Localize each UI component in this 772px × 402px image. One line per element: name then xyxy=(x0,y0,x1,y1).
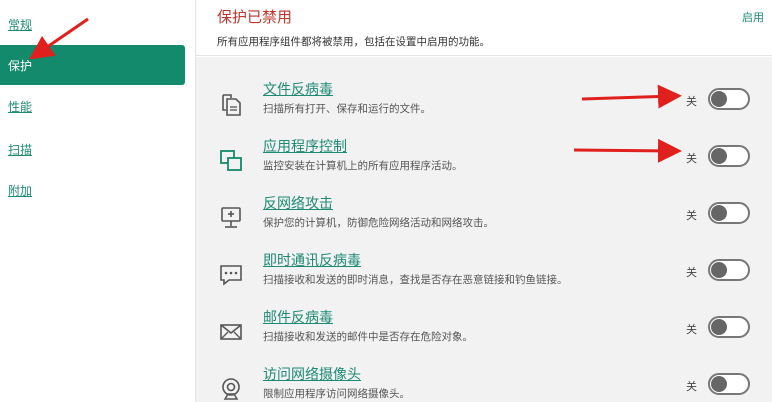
sidebar-item-performance[interactable]: 性能 xyxy=(0,86,185,126)
component-description: 扫描接收和发送的即时消息，查找是否存在恶意链接和钓鱼链接。 xyxy=(263,274,568,286)
im-antivirus-toggle[interactable] xyxy=(708,259,750,281)
toggle-knob xyxy=(711,262,727,278)
component-title[interactable]: 应用程序控制 xyxy=(263,136,347,156)
list-item: 文件反病毒 扫描所有打开、保存和运行的文件。 关 xyxy=(196,77,772,134)
toggle-knob xyxy=(711,205,727,221)
toggle-knob xyxy=(711,148,727,164)
state-label: 关 xyxy=(686,152,697,165)
file-antivirus-toggle[interactable] xyxy=(708,88,750,110)
list-item: 邮件反病毒 扫描接收和发送的邮件中是否存在危险对象。 关 xyxy=(196,305,772,362)
state-label: 关 xyxy=(686,95,697,108)
component-title[interactable]: 即时通讯反病毒 xyxy=(263,250,361,270)
toggle-knob xyxy=(711,91,727,107)
list-item: 访问网络摄像头 限制应用程序访问网络摄像头。 关 xyxy=(196,362,772,402)
component-description: 保护您的计算机，防御危险网络活动和网络攻击。 xyxy=(263,217,494,229)
protection-status-header: 保护已禁用 所有应用程序组件都将被禁用，包括在设置中启用的功能。 启用 xyxy=(196,0,772,56)
component-title[interactable]: 邮件反病毒 xyxy=(263,307,333,327)
component-title[interactable]: 反网络攻击 xyxy=(263,193,333,213)
state-label: 关 xyxy=(686,380,697,393)
list-item: 即时通讯反病毒 扫描接收和发送的即时消息，查找是否存在恶意链接和钓鱼链接。 关 xyxy=(196,248,772,305)
state-label: 关 xyxy=(686,266,697,279)
component-title[interactable]: 访问网络摄像头 xyxy=(263,364,361,384)
webcam-icon xyxy=(218,376,244,402)
mail-antivirus-toggle[interactable] xyxy=(708,316,750,338)
component-description: 限制应用程序访问网络摄像头。 xyxy=(263,388,410,400)
im-antivirus-icon xyxy=(218,262,244,288)
network-attack-icon xyxy=(218,205,244,231)
state-label: 关 xyxy=(686,209,697,222)
component-description: 监控安装在计算机上的所有应用程序活动。 xyxy=(263,160,463,172)
status-description: 所有应用程序组件都将被禁用，包括在设置中启用的功能。 xyxy=(217,36,490,48)
app-control-icon xyxy=(218,148,244,174)
network-attack-toggle[interactable] xyxy=(708,202,750,224)
list-item: 应用程序控制 监控安装在计算机上的所有应用程序活动。 关 xyxy=(196,134,772,191)
state-label: 关 xyxy=(686,323,697,336)
toggle-knob xyxy=(711,319,727,335)
enable-protection-link[interactable]: 启用 xyxy=(742,9,764,25)
webcam-toggle[interactable] xyxy=(708,373,750,395)
file-antivirus-icon xyxy=(218,91,244,117)
list-item: 反网络攻击 保护您的计算机，防御危险网络活动和网络攻击。 关 xyxy=(196,191,772,248)
toggle-knob xyxy=(711,376,727,392)
component-description: 扫描所有打开、保存和运行的文件。 xyxy=(263,103,431,115)
app-control-toggle[interactable] xyxy=(708,145,750,167)
component-list: 文件反病毒 扫描所有打开、保存和运行的文件。 关 应用程序控制 监控安装在计算机… xyxy=(196,57,772,402)
main-panel: 保护已禁用 所有应用程序组件都将被禁用，包括在设置中启用的功能。 启用 文件反病… xyxy=(196,0,772,402)
mail-antivirus-icon xyxy=(218,319,244,345)
component-description: 扫描接收和发送的邮件中是否存在危险对象。 xyxy=(263,331,473,343)
sidebar: 常规 保护 性能 扫描 附加 xyxy=(0,0,196,402)
sidebar-item-general[interactable]: 常规 xyxy=(0,4,185,44)
page-title: 保护已禁用 xyxy=(217,8,293,26)
sidebar-item-protection[interactable]: 保护 xyxy=(0,45,185,85)
component-title[interactable]: 文件反病毒 xyxy=(263,79,333,99)
sidebar-item-additional[interactable]: 附加 xyxy=(0,170,185,210)
sidebar-item-scan[interactable]: 扫描 xyxy=(0,129,185,169)
